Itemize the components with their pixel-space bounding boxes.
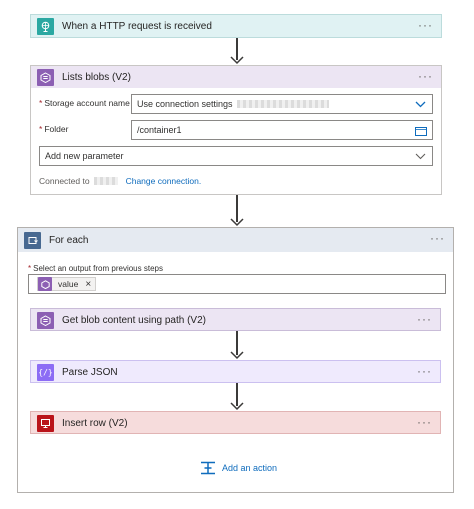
get-blob-content-title: Get blob content using path (V2)	[62, 314, 206, 326]
trigger-card[interactable]: When a HTTP request is received ···	[30, 14, 442, 38]
list-blobs-title: Lists blobs (V2)	[62, 71, 131, 83]
blob-storage-icon	[37, 311, 54, 329]
insert-row-title: Insert row (V2)	[62, 417, 128, 429]
flow-arrow	[229, 331, 245, 360]
chevron-down-icon	[415, 101, 426, 108]
connection-row: Connected to Change connection.	[39, 176, 201, 186]
value-token-label: value	[58, 279, 79, 289]
trigger-title: When a HTTP request is received	[62, 20, 212, 32]
flow-arrow	[229, 383, 245, 411]
loop-icon	[24, 231, 41, 249]
braces-icon: {/}	[37, 363, 54, 381]
blob-storage-icon	[37, 68, 54, 86]
flow-arrow	[229, 195, 245, 227]
add-action-label: Add an action	[222, 463, 278, 473]
list-blobs-more-button[interactable]: ···	[418, 69, 433, 83]
connected-to-label: Connected to	[39, 176, 90, 186]
value-token[interactable]: value ×	[37, 277, 97, 291]
change-connection-link[interactable]: Change connection.	[126, 176, 202, 186]
for-each-title: For each	[49, 234, 89, 246]
trigger-more-button[interactable]: ···	[418, 18, 433, 32]
http-globe-icon	[37, 17, 54, 35]
parse-json-more-button[interactable]: ···	[417, 364, 432, 378]
select-output-label: * Select an output from previous steps	[28, 264, 163, 273]
add-parameter-select[interactable]: Add new parameter	[39, 146, 433, 166]
parse-json-title: Parse JSON	[62, 366, 118, 378]
token-remove-icon[interactable]: ×	[85, 279, 91, 290]
add-action-icon	[201, 461, 215, 475]
flow-arrow	[229, 38, 245, 65]
storage-account-label: * Storage account name	[39, 98, 130, 108]
insert-row-card[interactable]: Insert row (V2) ···	[30, 411, 441, 434]
add-action-button[interactable]: Add an action	[200, 461, 277, 475]
folder-input[interactable]: /container1	[131, 120, 433, 140]
for-each-card[interactable]: For each ··· * Select an output from prev…	[17, 227, 454, 493]
list-blobs-card[interactable]: Lists blobs (V2) ··· * Storage account na…	[30, 65, 442, 195]
get-blob-content-card[interactable]: Get blob content using path (V2) ···	[30, 308, 441, 331]
parse-json-card[interactable]: {/} Parse JSON ···	[30, 360, 441, 383]
select-output-input[interactable]: value ×	[28, 274, 446, 294]
get-blob-more-button[interactable]: ···	[417, 312, 432, 326]
for-each-more-button[interactable]: ···	[430, 231, 445, 245]
storage-account-select[interactable]: Use connection settings	[131, 94, 433, 114]
blob-storage-icon	[38, 277, 52, 291]
folder-icon[interactable]	[415, 126, 427, 136]
insert-row-more-button[interactable]: ···	[417, 415, 432, 429]
folder-label: * Folder	[39, 124, 69, 134]
chevron-down-icon	[415, 153, 426, 160]
sql-server-icon	[37, 414, 54, 432]
